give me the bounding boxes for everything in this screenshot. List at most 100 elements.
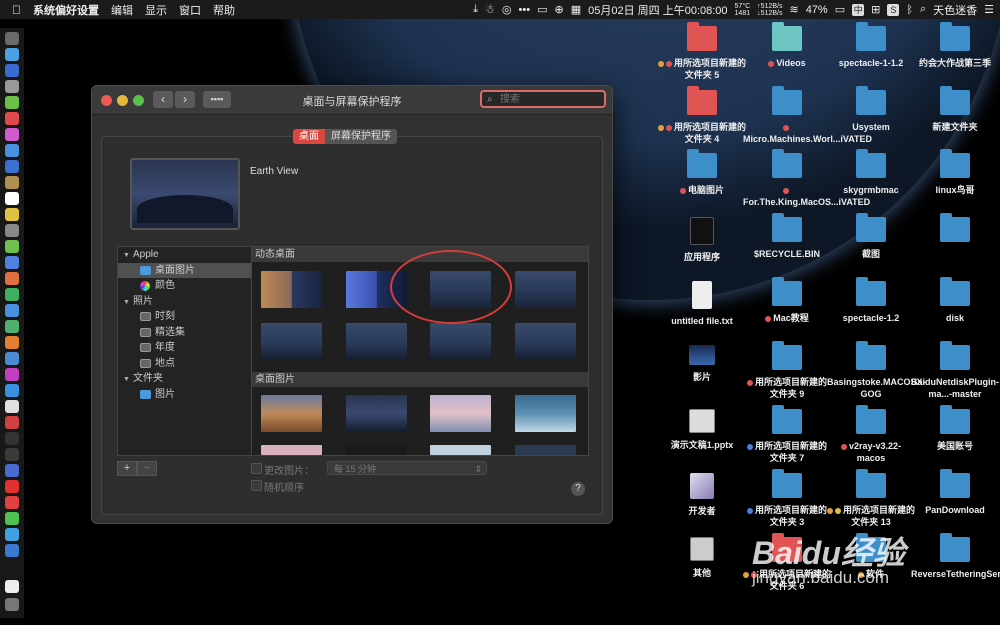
tab-screensaver[interactable]: 屏幕保护程序 [325, 129, 397, 144]
desktop-icon[interactable]: 用所选项目新建的文件夹 7 [743, 405, 831, 464]
desktop-icon[interactable]: 用所选项目新建的文件夹 9 [743, 341, 831, 400]
dock-app-icon[interactable] [5, 368, 19, 381]
desktop-icon[interactable]: Mac教程 [743, 277, 831, 324]
desktop-icon[interactable]: 约会大作战第三季 [911, 22, 999, 69]
menu-view[interactable]: 显示 [145, 2, 167, 18]
desktop-icon[interactable]: v2ray-v3.22-macos [827, 405, 915, 464]
desktop-icon[interactable]: 开发者 [658, 473, 746, 517]
dock-app-icon[interactable] [5, 464, 19, 477]
dock-app-icon[interactable] [5, 272, 19, 285]
disclosure-triangle-icon[interactable]: ▼ [123, 248, 130, 264]
help-button[interactable]: ? [571, 482, 585, 496]
wallpaper-thumbnail[interactable] [346, 323, 407, 360]
desktop-icon[interactable]: Basingstoke.MACOSX-GOG [827, 341, 926, 400]
interval-select[interactable]: 每 15 分钟 ⇕ [327, 461, 487, 475]
back-button[interactable]: ‹ [153, 91, 173, 108]
desktop-icon[interactable]: 其他 [658, 537, 746, 579]
desktop-icon[interactable]: 电脑图片 [658, 149, 746, 196]
desktop-icon[interactable]: spectacle-1.2 [827, 277, 915, 324]
globe-icon[interactable]: ⊕ [555, 3, 564, 16]
minimize-button[interactable] [117, 95, 128, 106]
tree-item-pictures[interactable]: 图片 [118, 387, 253, 403]
tree-group-photos[interactable]: ▼ 照片 [118, 294, 253, 310]
dots-icon[interactable]: ••• [519, 4, 531, 16]
dock-app-icon[interactable] [5, 288, 19, 301]
grid-icon[interactable]: ⊞ [871, 3, 880, 16]
compass-icon[interactable]: ◎ [502, 3, 512, 16]
wallpaper-thumbnail[interactable] [515, 395, 576, 432]
remove-folder-button[interactable]: − [137, 461, 157, 476]
battery-icon[interactable]: ▭ [835, 3, 845, 16]
dock-app-icon[interactable] [5, 496, 19, 509]
desktop-icon[interactable]: 影片 [658, 345, 746, 383]
tree-item-years[interactable]: 年度 [118, 340, 253, 356]
disclosure-triangle-icon[interactable]: ▼ [123, 295, 130, 311]
wallpaper-thumbnail[interactable] [261, 395, 322, 432]
desktop-icon[interactable]: PanDownload [911, 469, 999, 516]
apple-menu-icon[interactable]:  [12, 3, 21, 17]
dock-app-icon[interactable] [5, 384, 19, 397]
dock-app-icon[interactable] [5, 448, 19, 461]
calendar-icon[interactable]: ▦ [571, 3, 581, 16]
dock-app-icon[interactable] [5, 240, 19, 253]
display-icon[interactable]: ▭ [537, 3, 547, 16]
dock-app-icon[interactable] [5, 48, 19, 61]
dock-app-icon[interactable] [5, 432, 19, 445]
tree-item-collections[interactable]: 精选集 [118, 325, 253, 341]
desktop-icon[interactable]: 新建文件夹 [911, 86, 999, 133]
search-field[interactable]: ⌕ [480, 90, 606, 108]
tree-group-folders[interactable]: ▼ 文件夹 [118, 371, 253, 387]
tree-group-apple[interactable]: ▼ Apple [118, 247, 253, 263]
dock-app-icon[interactable] [5, 256, 19, 269]
search-input[interactable] [500, 93, 595, 106]
desktop-icon[interactable]: For.The.King.MacOS...iVATED [743, 149, 870, 208]
desktop-icon[interactable]: Usystem [827, 86, 915, 133]
clock-datetime[interactable]: 05月02日 周四 上午00:08:00 [588, 2, 727, 18]
app-menu[interactable]: 系统偏好设置 [33, 2, 99, 18]
dock-app-icon[interactable] [5, 336, 19, 349]
desktop-icon[interactable]: 用所选项目新建的文件夹 5 [658, 22, 746, 81]
menu-edit[interactable]: 编辑 [111, 2, 133, 18]
dock-app-icon[interactable] [5, 224, 19, 237]
tree-item-colors[interactable]: 颜色 [118, 278, 253, 294]
desktop-icon[interactable]: untitled file.txt [658, 281, 746, 327]
notification-icon[interactable]: ☰ [984, 3, 994, 16]
dock-app-icon[interactable] [5, 64, 19, 77]
dock-app-icon[interactable] [5, 144, 19, 157]
dock-app-icon[interactable] [5, 32, 19, 45]
dock-app-icon[interactable] [5, 304, 19, 317]
tree-item-desktop-pictures[interactable]: 桌面图片 [118, 262, 253, 278]
wallpaper-thumbnail[interactable] [261, 271, 322, 308]
wallpaper-thumbnail[interactable] [261, 323, 322, 360]
dock-app-icon[interactable] [5, 176, 19, 189]
wallpaper-thumbnail[interactable] [515, 271, 576, 308]
dock-app-icon[interactable] [5, 480, 19, 493]
desktop-icon[interactable]: spectacle-1-1.2 [827, 22, 915, 69]
wallpaper-thumbnail[interactable] [515, 445, 576, 455]
desktop-icon[interactable]: 应用程序 [658, 217, 746, 263]
tree-item-moments[interactable]: 时刻 [118, 309, 253, 325]
wifi-icon[interactable]: ≋ [789, 3, 798, 16]
spotlight-icon[interactable]: ⌕ [920, 3, 926, 16]
wallpaper-thumbnail[interactable] [261, 445, 322, 455]
disclosure-triangle-icon[interactable]: ▼ [123, 372, 130, 388]
zoom-button[interactable] [133, 95, 144, 106]
trash-icon[interactable] [5, 598, 19, 611]
wallpaper-thumbnail[interactable] [346, 445, 407, 455]
desktop-icon[interactable]: 美国账号 [911, 405, 999, 452]
wallpaper-thumbnail[interactable] [515, 323, 576, 360]
menu-help[interactable]: 帮助 [213, 2, 235, 18]
desktop-icon[interactable]: BaiduNetdiskPlugin-ma...-master [911, 341, 999, 400]
desktop-icon[interactable]: $RECYCLE.BIN [743, 213, 831, 260]
desktop-icon[interactable]: Micro.Machines.Worl...iVATED [743, 86, 872, 145]
desktop-icon[interactable] [911, 213, 999, 248]
ghost-icon[interactable]: ☃ [485, 3, 495, 16]
dock-app-icon[interactable] [5, 96, 19, 109]
desktop-icon[interactable]: linux鸟哥 [911, 149, 999, 196]
wallpaper-thumbnail[interactable] [346, 395, 407, 432]
dock-app-icon[interactable] [5, 416, 19, 429]
desktop-icon[interactable]: Videos [743, 22, 831, 69]
dock-app-icon[interactable] [5, 512, 19, 525]
desktop-icon[interactable]: disk [911, 277, 999, 324]
dock-app-icon[interactable] [5, 112, 19, 125]
